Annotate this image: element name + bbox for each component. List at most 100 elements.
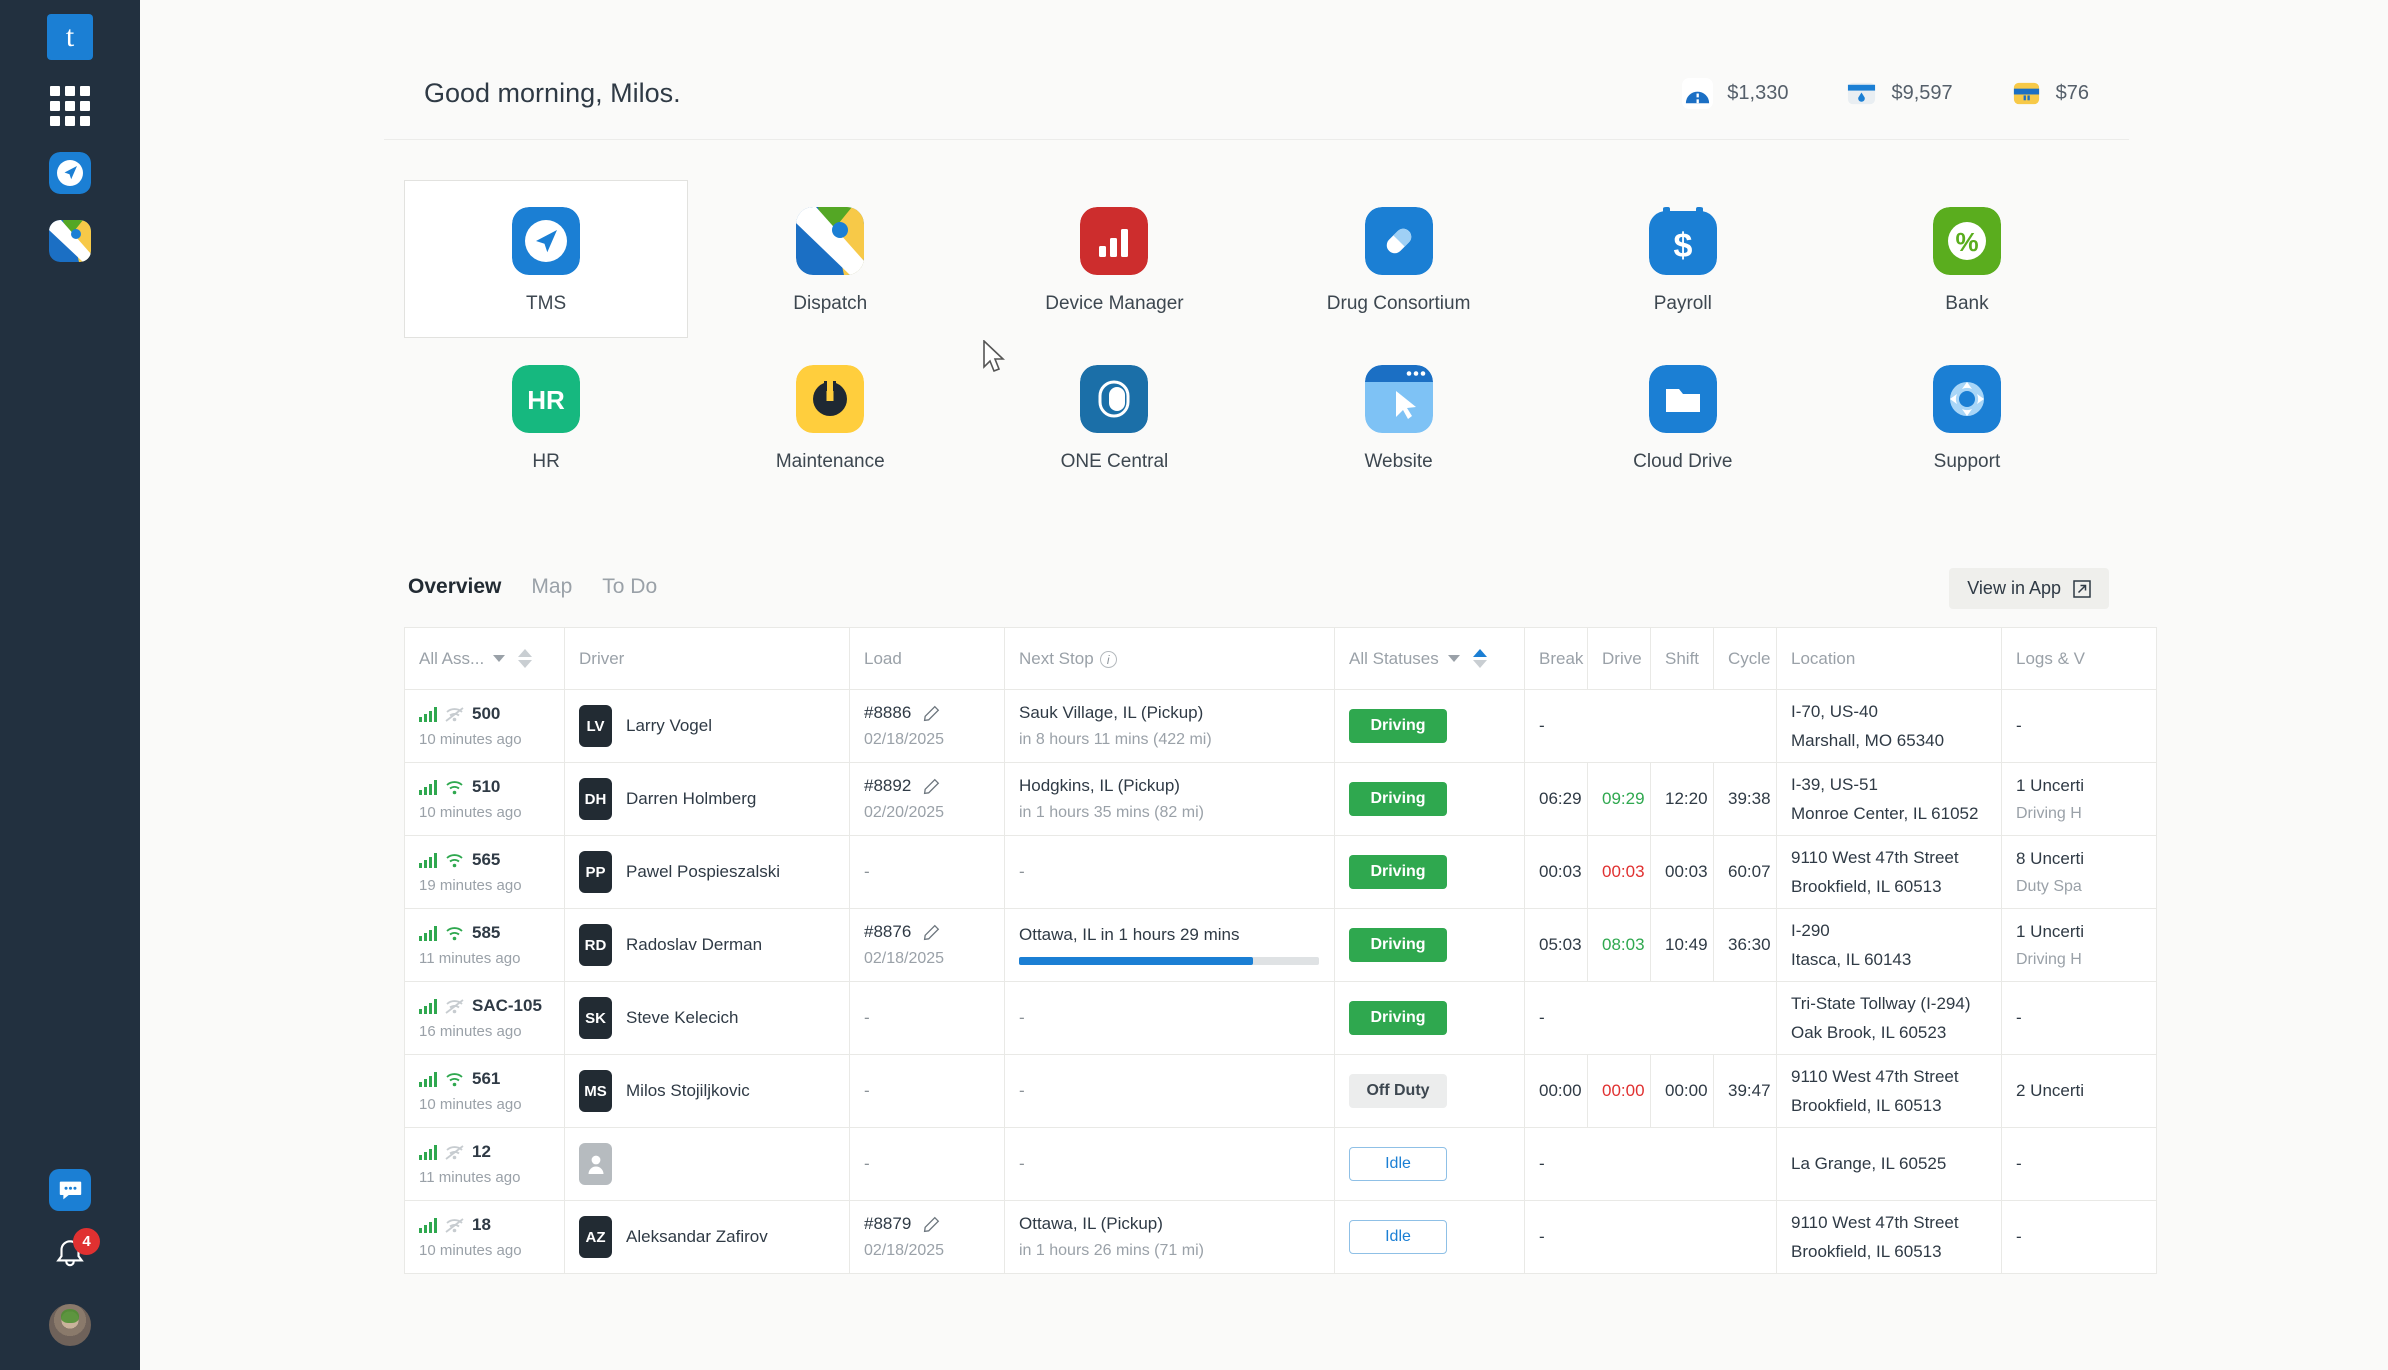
cell-next-stop[interactable]: - <box>1004 981 1335 1055</box>
cell-next-stop[interactable]: Ottawa, IL in 1 hours 29 mins <box>1004 908 1335 982</box>
cell-status[interactable]: Driving <box>1334 908 1525 982</box>
column-header-break[interactable]: Break <box>1524 627 1588 690</box>
cell-driver[interactable]: SK Steve Kelecich <box>564 981 850 1055</box>
cell-driver[interactable]: PP Pawel Pospieszalski <box>564 835 850 909</box>
apps-grid-icon[interactable] <box>50 86 90 126</box>
cell-driver[interactable]: MS Milos Stojiljkovic <box>564 1054 850 1128</box>
load-id[interactable]: #8886 <box>864 703 911 723</box>
table-row[interactable]: 500 10 minutes ago LV Larry Vogel #8886 02/18… <box>404 689 2157 763</box>
cell-load[interactable]: #8892 02/20/2025 <box>849 762 1005 836</box>
cell-driver[interactable]: RD Radoslav Derman <box>564 908 850 982</box>
app-tile-hr[interactable]: HR HR <box>404 338 688 496</box>
cell-next-stop[interactable]: - <box>1004 1054 1335 1128</box>
notifications-bell[interactable]: 4 <box>53 1228 100 1276</box>
cell-status[interactable]: Driving <box>1334 835 1525 909</box>
cell-next-stop[interactable]: Hodgkins, IL (Pickup) in 1 hours 35 mins … <box>1004 762 1335 836</box>
cell-asset[interactable]: 12 11 minutes ago <box>404 1127 565 1201</box>
stat-toll[interactable]: $1,330 <box>1682 78 1788 109</box>
cell-next-stop[interactable]: Sauk Village, IL (Pickup) in 8 hours 11 m… <box>1004 689 1335 763</box>
cell-logs[interactable]: - <box>2001 981 2157 1055</box>
edit-icon[interactable] <box>923 1216 940 1233</box>
load-id[interactable]: #8892 <box>864 776 911 796</box>
cell-asset[interactable]: SAC-105 16 minutes ago <box>404 981 565 1055</box>
load-id[interactable]: #8876 <box>864 922 911 942</box>
cell-driver[interactable]: DH Darren Holmberg <box>564 762 850 836</box>
cell-load[interactable]: - <box>849 1054 1005 1128</box>
table-row[interactable]: 12 11 minutes ago - - Idle - La Grange, IL 605… <box>404 1127 2157 1201</box>
cell-driver[interactable]: LV Larry Vogel <box>564 689 850 763</box>
app-tile-dispatch[interactable]: Dispatch <box>688 180 972 338</box>
cell-next-stop[interactable]: - <box>1004 1127 1335 1201</box>
chat-icon[interactable] <box>49 1169 91 1211</box>
tms-icon[interactable] <box>49 152 91 194</box>
cell-load[interactable]: #8879 02/18/2025 <box>849 1200 1005 1274</box>
column-header-cycle[interactable]: Cycle <box>1713 627 1777 690</box>
app-tile-payroll[interactable]: $ Payroll <box>1541 180 1825 338</box>
stat-fuel[interactable]: $9,597 <box>1846 78 1953 109</box>
cell-asset[interactable]: 585 11 minutes ago <box>404 908 565 982</box>
cell-load[interactable]: - <box>849 1127 1005 1201</box>
table-row[interactable]: 510 10 minutes ago DH Darren Holmberg #8892 0… <box>404 762 2157 836</box>
app-tile-support[interactable]: Support <box>1825 338 2109 496</box>
column-header-next-stop[interactable]: Next Stop i <box>1004 627 1335 690</box>
column-header-asset[interactable]: All Ass... <box>404 627 565 690</box>
cell-logs[interactable]: - <box>2001 1127 2157 1201</box>
load-id[interactable]: #8879 <box>864 1214 911 1234</box>
cell-driver[interactable] <box>564 1127 850 1201</box>
cell-load[interactable]: #8876 02/18/2025 <box>849 908 1005 982</box>
column-header-load[interactable]: Load <box>849 627 1005 690</box>
cell-status[interactable]: Driving <box>1334 981 1525 1055</box>
cell-status[interactable]: Idle <box>1334 1127 1525 1201</box>
tab-map[interactable]: Map <box>531 575 572 603</box>
cell-next-stop[interactable]: - <box>1004 835 1335 909</box>
table-row[interactable]: 561 10 minutes ago MS Milos Stojiljkovic - - O… <box>404 1054 2157 1128</box>
cell-driver[interactable]: AZ Aleksandar Zafirov <box>564 1200 850 1274</box>
sort-toggle-status[interactable] <box>1472 649 1487 668</box>
cell-logs[interactable]: - <box>2001 689 2157 763</box>
cell-next-stop[interactable]: Ottawa, IL (Pickup) in 1 hours 26 mins (7… <box>1004 1200 1335 1274</box>
app-tile-maintenance[interactable]: Maintenance <box>688 338 972 496</box>
column-header-location[interactable]: Location <box>1776 627 2002 690</box>
edit-icon[interactable] <box>923 924 940 941</box>
avatar[interactable] <box>47 1302 93 1348</box>
cell-load[interactable]: - <box>849 981 1005 1055</box>
cell-load[interactable]: #8886 02/18/2025 <box>849 689 1005 763</box>
column-header-drive[interactable]: Drive <box>1587 627 1651 690</box>
column-header-logs[interactable]: Logs & V <box>2001 627 2157 690</box>
cell-asset[interactable]: 500 10 minutes ago <box>404 689 565 763</box>
cell-logs[interactable]: - <box>2001 1200 2157 1274</box>
app-tile-cloud-drive[interactable]: Cloud Drive <box>1541 338 1825 496</box>
cell-logs[interactable]: 1 Uncerti Driving H <box>2001 762 2157 836</box>
app-tile-tms[interactable]: TMS <box>404 180 689 338</box>
edit-icon[interactable] <box>923 705 940 722</box>
cell-asset[interactable]: 18 10 minutes ago <box>404 1200 565 1274</box>
app-tile-bank[interactable]: % Bank <box>1825 180 2109 338</box>
cell-logs[interactable]: 2 Uncerti <box>2001 1054 2157 1128</box>
tab-overview[interactable]: Overview <box>408 575 501 603</box>
info-icon[interactable]: i <box>1099 651 1117 668</box>
dispatch-icon[interactable] <box>49 220 91 262</box>
table-row[interactable]: SAC-105 16 minutes ago SK Steve Kelecich - - D… <box>404 981 2157 1055</box>
app-tile-device-manager[interactable]: Device Manager <box>972 180 1256 338</box>
column-header-shift[interactable]: Shift <box>1650 627 1714 690</box>
cell-status[interactable]: Off Duty <box>1334 1054 1525 1128</box>
cell-status[interactable]: Driving <box>1334 689 1525 763</box>
table-row[interactable]: 18 10 minutes ago AZ Aleksandar Zafirov #887… <box>404 1200 2157 1274</box>
app-tile-website[interactable]: Website <box>1257 338 1541 496</box>
cell-logs[interactable]: 8 Uncerti Duty Spa <box>2001 835 2157 909</box>
table-row[interactable]: 585 11 minutes ago RD Radoslav Derman #8876 0… <box>404 908 2157 982</box>
cell-asset[interactable]: 510 10 minutes ago <box>404 762 565 836</box>
column-header-status[interactable]: All Statuses <box>1334 627 1525 690</box>
cell-logs[interactable]: 1 Uncerti Driving H <box>2001 908 2157 982</box>
sort-toggle-asset[interactable] <box>518 649 533 668</box>
tab-to-do[interactable]: To Do <box>602 575 657 603</box>
cell-status[interactable]: Idle <box>1334 1200 1525 1274</box>
cell-load[interactable]: - <box>849 835 1005 909</box>
view-in-app-button[interactable]: View in App <box>1949 568 2109 609</box>
table-row[interactable]: 565 19 minutes ago PP Pawel Pospieszalski - -… <box>404 835 2157 909</box>
cell-asset[interactable]: 561 10 minutes ago <box>404 1054 565 1128</box>
cell-asset[interactable]: 565 19 minutes ago <box>404 835 565 909</box>
column-header-driver[interactable]: Driver <box>564 627 850 690</box>
cell-status[interactable]: Driving <box>1334 762 1525 836</box>
stat-card[interactable]: $76 <box>2011 78 2089 109</box>
